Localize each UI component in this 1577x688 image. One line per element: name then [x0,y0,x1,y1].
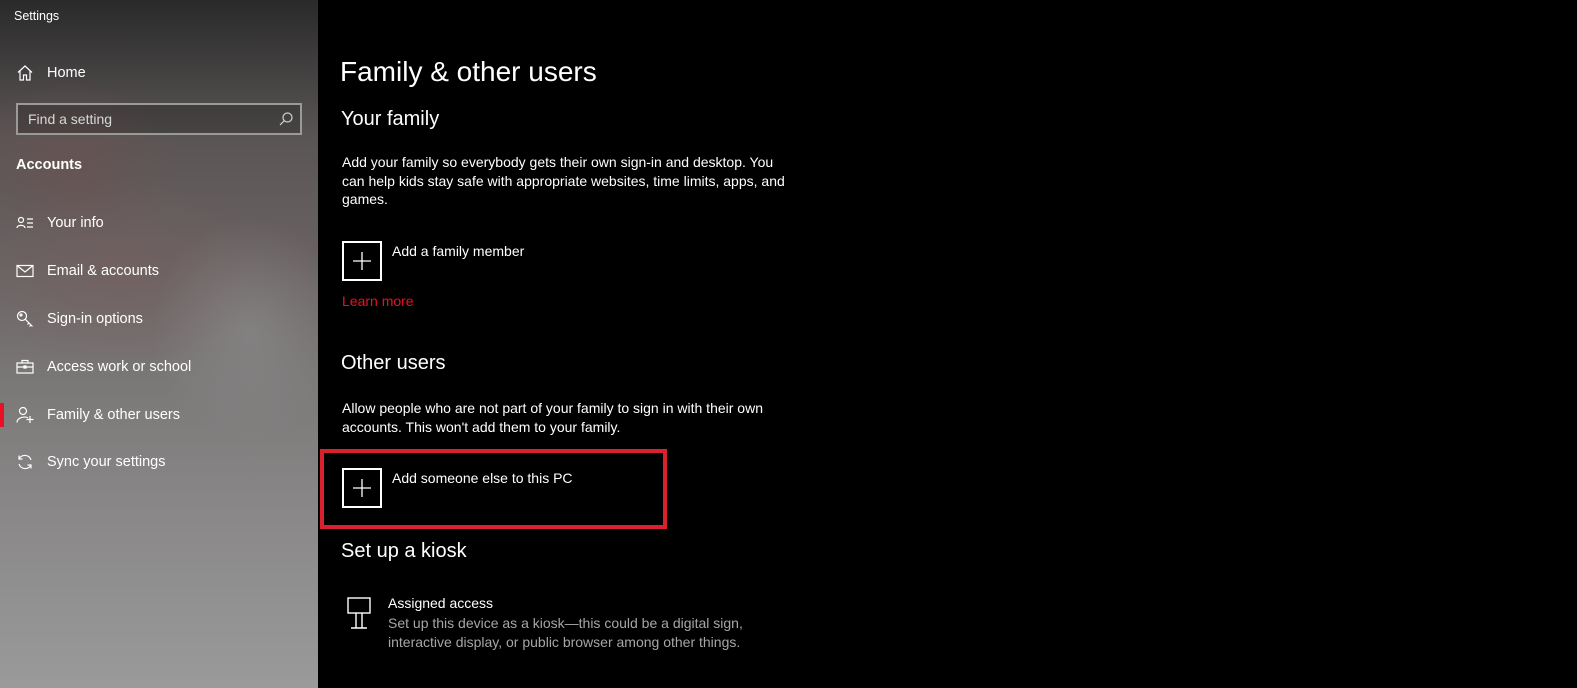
assigned-access-link[interactable]: Assigned access [388,595,493,611]
search-box[interactable] [16,103,302,135]
heading-set-up-kiosk: Set up a kiosk [341,540,467,562]
briefcase-icon [15,357,35,377]
plus-icon [353,252,371,270]
add-someone-else-label[interactable]: Add someone else to this PC [392,470,573,486]
section-title-accounts: Accounts [16,157,83,173]
sidebar-item-your-info[interactable]: Your info [0,205,318,241]
search-input[interactable] [18,105,272,133]
heading-other-users: Other users [341,352,446,374]
plus-icon [353,479,371,497]
app-title: Settings [14,9,60,23]
selection-indicator [0,403,4,427]
sidebar-item-label: Sign-in options [47,311,143,327]
sidebar-item-label: Family & other users [47,407,180,423]
settings-window: Settings Home Accounts [0,0,1577,688]
sidebar-item-label: Your info [47,215,104,231]
add-family-member-label[interactable]: Add a family member [392,243,524,259]
sidebar: Settings Home Accounts [0,0,318,688]
search-icon[interactable] [272,105,300,133]
sidebar-item-label: Email & accounts [47,263,160,279]
family-description: Add your family so everybody gets their … [342,154,785,207]
add-family-member-button[interactable] [342,241,382,281]
kiosk-icon [346,596,372,635]
nav-home-label: Home [47,65,86,81]
sidebar-item-label: Access work or school [47,359,192,375]
sidebar-item-access-work-school[interactable]: Access work or school [0,349,318,385]
main-content: Family & other users Your family Add you… [318,0,1577,688]
nav-home[interactable]: Home [0,58,318,88]
sidebar-item-email-accounts[interactable]: Email & accounts [0,253,318,289]
sidebar-item-sign-in-options[interactable]: Sign-in options [0,301,318,337]
learn-more-link[interactable]: Learn more [342,293,414,309]
key-icon [15,309,35,329]
contact-card-icon [15,213,35,233]
sidebar-item-label: Sync your settings [47,454,166,470]
kiosk-description: Set up this device as a kiosk—this could… [388,615,743,650]
add-someone-else-button[interactable] [342,468,382,508]
page-title: Family & other users [340,56,597,87]
sidebar-item-sync-settings[interactable]: Sync your settings [0,444,318,480]
heading-your-family: Your family [341,108,440,130]
mail-icon [15,261,35,281]
add-person-icon [15,405,35,425]
home-icon [15,63,35,83]
sync-icon [15,452,35,472]
sidebar-item-family-other-users[interactable]: Family & other users [0,397,318,433]
other-users-description: Allow people who are not part of your fa… [342,400,763,435]
